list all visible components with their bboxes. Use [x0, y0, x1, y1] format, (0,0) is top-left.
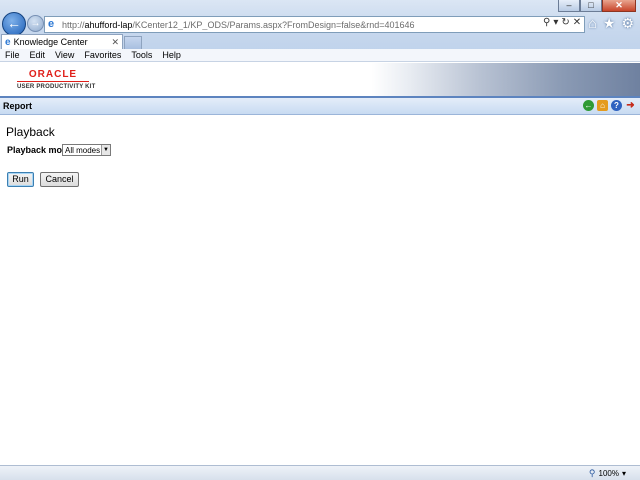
home-icon[interactable]: ⌂	[597, 100, 608, 111]
chevron-down-icon[interactable]: ▾	[553, 17, 558, 28]
exit-icon[interactable]: ➜	[625, 100, 636, 111]
page-title: Playback	[6, 125, 55, 139]
menu-file[interactable]: File	[0, 50, 25, 60]
run-button[interactable]: Run	[7, 172, 34, 187]
report-title: Report	[3, 101, 32, 111]
new-tab-button[interactable]	[124, 36, 142, 49]
help-icon[interactable]: ?	[611, 100, 622, 111]
close-window-button[interactable]: ✕	[602, 0, 636, 12]
chevron-down-icon[interactable]: ▾	[622, 469, 626, 478]
stop-icon[interactable]: ✕	[573, 17, 581, 28]
upk-banner: ORACLE USER PRODUCTIVITY KIT	[0, 63, 640, 96]
browser-chrome: – □ ✕ ← → e http://ahufford-lap/KCenter1…	[0, 0, 640, 62]
oracle-upk-logo: ORACLE USER PRODUCTIVITY KIT	[17, 69, 95, 90]
address-tools: ⚲ ▾ ↻ ✕	[543, 17, 581, 28]
browser-tab[interactable]: e Knowledge Center ✕	[1, 34, 123, 49]
upk-logo-text: USER PRODUCTIVITY KIT	[17, 84, 96, 90]
menu-edit[interactable]: Edit	[25, 50, 51, 60]
tools-gear-icon[interactable]: ⚙	[621, 15, 634, 32]
tab-title: Knowledge Center	[13, 37, 88, 47]
menu-view[interactable]: View	[50, 50, 79, 60]
minimize-button[interactable]: –	[558, 0, 580, 12]
menu-favorites[interactable]: Favorites	[79, 50, 126, 60]
oracle-logo-text: ORACLE	[17, 69, 89, 82]
status-bar: ⚲ 100% ▾	[0, 465, 640, 480]
browser-toolbar-icons: ⌂ ★ ⚙	[588, 15, 634, 32]
ie-tab-icon: e	[5, 36, 11, 48]
report-toolbar: ← ⌂ ? ➜	[583, 100, 636, 111]
close-tab-icon[interactable]: ✕	[111, 37, 119, 48]
maximize-button[interactable]: □	[580, 0, 602, 12]
chevron-down-icon[interactable]: ▼	[101, 145, 110, 155]
playback-mode-select[interactable]: All modes ▼	[62, 144, 111, 156]
address-url[interactable]: http://ahufford-lap/KCenter12_1/KP_ODS/P…	[62, 20, 584, 30]
home-icon[interactable]: ⌂	[588, 15, 596, 32]
zoom-level: 100%	[598, 469, 619, 478]
playback-mode-value: All modes	[65, 145, 101, 155]
address-bar[interactable]: e http://ahufford-lap/KCenter12_1/KP_ODS…	[44, 16, 585, 33]
cancel-button[interactable]: Cancel	[40, 172, 79, 187]
menu-help[interactable]: Help	[157, 50, 186, 60]
favorites-star-icon[interactable]: ★	[603, 15, 616, 32]
menu-tools[interactable]: Tools	[126, 50, 157, 60]
refresh-icon[interactable]: ↻	[561, 17, 569, 28]
window-controls: – □ ✕	[558, 0, 636, 12]
ie-page-icon: e	[48, 18, 55, 30]
search-icon[interactable]: ⚲	[543, 17, 550, 28]
back-button[interactable]: ←	[2, 12, 26, 36]
zoom-control[interactable]: ⚲ 100% ▾	[589, 468, 626, 479]
menu-bar: File Edit View Favorites Tools Help	[0, 49, 640, 62]
back-icon[interactable]: ←	[583, 100, 594, 111]
zoom-icon: ⚲	[588, 468, 596, 478]
report-header-bar: Report ← ⌂ ? ➜	[0, 98, 640, 115]
forward-button[interactable]: →	[27, 15, 44, 32]
